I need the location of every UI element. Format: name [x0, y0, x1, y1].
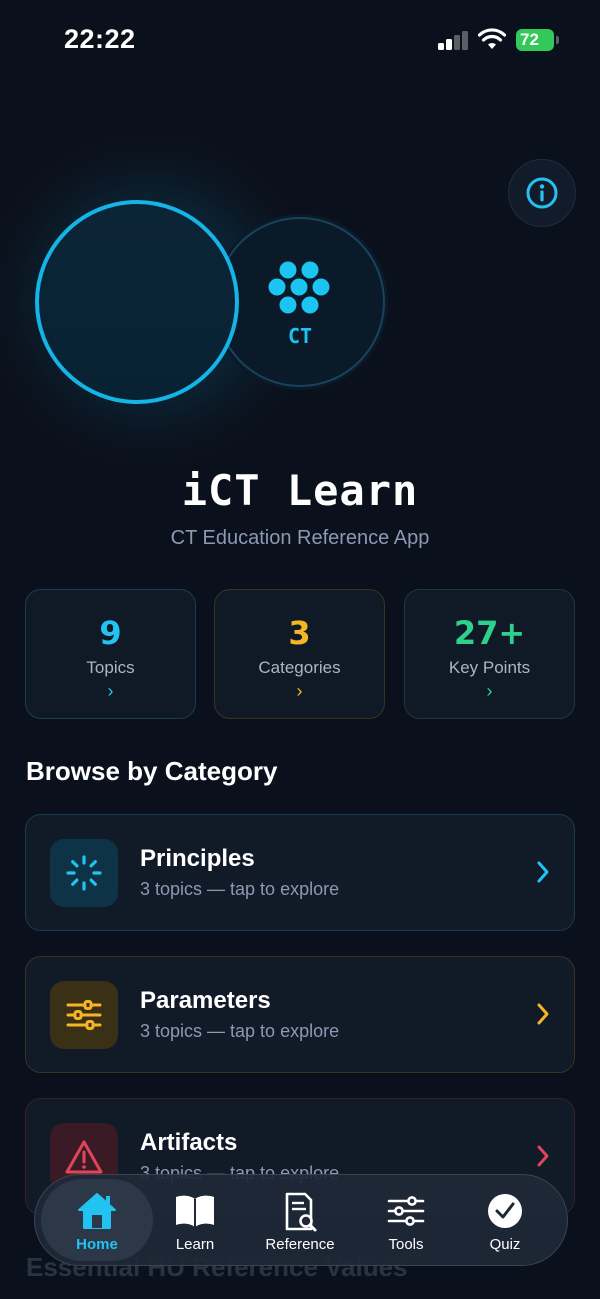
book-icon	[139, 1191, 251, 1231]
category-card-principles[interactable]: Principles 3 topics — tap to explore	[25, 814, 575, 931]
tab-learn[interactable]: Learn	[139, 1179, 251, 1261]
tab-tools[interactable]: Tools	[350, 1179, 462, 1261]
status-time: 22:22	[64, 24, 136, 54]
category-name: Principles	[140, 845, 255, 872]
tab-label: Learn	[175, 1236, 215, 1253]
stat-label: Key Points	[448, 658, 531, 677]
stat-label: Topics	[86, 658, 135, 677]
battery-level: 72	[520, 30, 539, 49]
chevron-right-icon	[537, 1145, 549, 1167]
warning-icon	[65, 1140, 103, 1174]
signal-icon	[438, 31, 468, 50]
checkmark-circle-icon	[449, 1191, 561, 1231]
stat-card-categories[interactable]: 3 Categories ›	[214, 589, 385, 719]
app-subtitle: CT Education Reference App	[170, 527, 430, 549]
document-search-icon	[244, 1191, 356, 1232]
app-title: iCT Learn	[181, 466, 419, 515]
category-subtitle: 3 topics — tap to explore	[140, 879, 340, 899]
category-icon-box	[50, 839, 118, 907]
logo-text: CT	[287, 324, 313, 348]
info-icon	[526, 177, 558, 209]
tab-label: Tools	[388, 1236, 424, 1253]
wifi-icon	[478, 28, 506, 49]
loader-icon	[66, 855, 102, 891]
tab-label: Reference	[265, 1236, 335, 1253]
category-card-parameters[interactable]: Parameters 3 topics — tap to explore	[25, 956, 575, 1073]
category-name: Parameters	[140, 987, 271, 1014]
stat-card-topics[interactable]: 9 Topics ›	[25, 589, 196, 719]
tab-label: Home	[76, 1236, 118, 1253]
chevron-right-icon: ›	[296, 681, 303, 701]
tab-home[interactable]: Home	[41, 1179, 153, 1261]
stat-value: 27+	[453, 614, 526, 652]
tab-label: Quiz	[489, 1236, 521, 1253]
stat-value: 3	[288, 614, 311, 652]
sliders-icon	[350, 1191, 462, 1231]
section-title: Browse by Category	[26, 756, 278, 786]
category-icon-box	[50, 981, 118, 1049]
chevron-right-icon: ›	[486, 681, 493, 701]
sliders-icon	[66, 1000, 102, 1030]
stat-value: 9	[99, 614, 122, 652]
chevron-right-icon	[537, 1003, 549, 1025]
tab-bar: Home Learn Reference Tools Quiz	[34, 1174, 568, 1266]
info-button[interactable]	[508, 159, 576, 227]
chevron-right-icon	[537, 861, 549, 883]
stat-card-key-points[interactable]: 27+ Key Points ›	[404, 589, 575, 719]
home-icon	[41, 1191, 153, 1231]
status-bar: 22:22 72	[0, 0, 600, 80]
category-name: Artifacts	[140, 1129, 238, 1156]
tab-reference[interactable]: Reference	[244, 1179, 356, 1261]
tab-quiz[interactable]: Quiz	[449, 1179, 561, 1261]
category-subtitle: 3 topics — tap to explore	[140, 1021, 340, 1041]
battery-tip	[556, 36, 559, 44]
battery-icon: 72	[516, 29, 554, 51]
chevron-right-icon: ›	[107, 681, 114, 701]
hero-logo	[0, 125, 390, 460]
stat-label: Categories	[258, 658, 341, 677]
